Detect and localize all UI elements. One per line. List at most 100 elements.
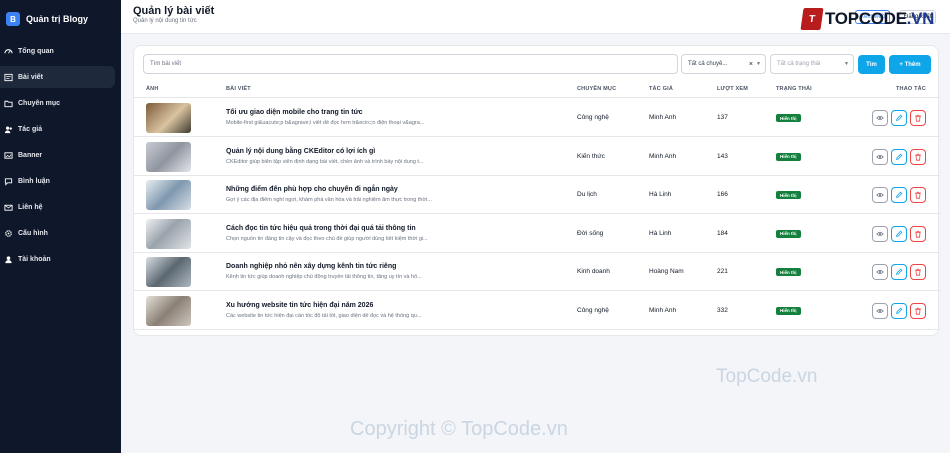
sidebar-item-categories[interactable]: Chuyên mục [0, 92, 115, 114]
sidebar-item-comments[interactable]: Bình luận [0, 170, 115, 192]
eye-icon [876, 225, 884, 243]
comment-icon [4, 177, 13, 186]
dashboard-icon [4, 47, 13, 56]
sidebar-item-label: Liên hệ [18, 203, 43, 211]
column-header-author: TÁC GIẢ [649, 86, 674, 92]
users-icon [4, 125, 13, 134]
sidebar-item-posts[interactable]: Bài viết [0, 66, 115, 88]
eye-icon [876, 263, 884, 281]
folder-icon [4, 99, 13, 108]
table-header: ẢNH BÀI VIẾT CHUYÊN MỤC TÁC GIẢ LƯỢT XEM… [134, 83, 940, 98]
clear-icon[interactable]: × [749, 61, 753, 68]
topcode-logo: T TOPCODE.VN [800, 8, 934, 30]
sidebar-item-settings[interactable]: Cấu hình [0, 222, 115, 244]
pencil-icon [895, 302, 903, 320]
delete-button[interactable] [910, 148, 926, 166]
post-views: 143 [717, 152, 728, 160]
column-header-image: ẢNH [146, 86, 159, 92]
status-badge: Hiển thị [776, 268, 801, 276]
table-row: Quản lý nội dung bằng CKEditor có lợi íc… [134, 138, 940, 176]
table-row: Tối ưu giao diện mobile cho trang tin tứ… [134, 99, 940, 137]
post-category: Kiến thức [577, 152, 605, 160]
post-views: 332 [717, 306, 728, 314]
delete-button[interactable] [910, 264, 926, 280]
column-header-views: LƯỢT XEM [717, 86, 749, 92]
status-select[interactable]: Tất cả trạng thái ▼ [770, 54, 854, 74]
column-header-category: CHUYÊN MỤC [577, 86, 617, 92]
post-author: Hà Linh [649, 191, 672, 198]
chevron-down-icon: ▼ [756, 61, 761, 67]
category-select[interactable]: Tất cả chuyê... × ▼ [681, 54, 766, 74]
post-author: Hoàng Nam [649, 268, 684, 275]
trash-icon [914, 148, 922, 166]
delete-button[interactable] [910, 302, 926, 320]
sidebar-item-authors[interactable]: Tác giả [0, 118, 115, 140]
table-row: Những điểm đến phù hợp cho chuyến đi ngắ… [134, 176, 940, 214]
table-row: Cách đọc tin tức hiệu quả trong thời đại… [134, 215, 940, 253]
post-views: 184 [717, 229, 728, 237]
post-views: 221 [717, 268, 728, 275]
post-title[interactable]: Những điểm đến phù hợp cho chuyến đi ngắ… [226, 186, 398, 193]
sidebar-item-label: Tài khoản [18, 255, 51, 263]
post-title[interactable]: Doanh nghiệp nhỏ nên xây dựng kênh tin t… [226, 263, 396, 270]
add-post-button[interactable]: + Thêm [889, 55, 931, 74]
view-button[interactable] [872, 264, 888, 280]
sidebar-item-label: Bình luận [18, 177, 50, 185]
post-author: Minh Anh [649, 306, 677, 314]
account-icon [4, 255, 13, 264]
search-button[interactable]: Tìm [858, 55, 885, 74]
post-author: Minh Anh [649, 152, 677, 160]
edit-button[interactable] [891, 110, 907, 126]
post-views: 166 [717, 191, 728, 198]
post-title[interactable]: Quản lý nội dung bằng CKEditor có lợi íc… [226, 148, 375, 155]
pencil-icon [895, 225, 903, 243]
post-title[interactable]: Tối ưu giao diện mobile cho trang tin tứ… [226, 109, 363, 116]
sidebar-item-banner[interactable]: Banner [0, 144, 115, 166]
status-badge: Hiển thị [776, 306, 801, 315]
gear-icon [4, 229, 13, 238]
eye-icon [876, 186, 884, 204]
column-header-post: BÀI VIẾT [226, 86, 251, 92]
view-button[interactable] [872, 225, 888, 243]
edit-button[interactable] [891, 302, 907, 320]
pencil-icon [895, 109, 903, 127]
delete-button[interactable] [910, 110, 926, 126]
post-thumbnail [146, 218, 191, 249]
page-title: Quản lý bài viết [133, 5, 215, 17]
view-button[interactable] [872, 302, 888, 319]
edit-button[interactable] [891, 225, 907, 243]
status-badge: Hiển thị [776, 229, 801, 238]
delete-button[interactable] [910, 225, 926, 242]
view-button[interactable] [872, 110, 888, 126]
sidebar-item-overview[interactable]: Tổng quan [0, 40, 115, 62]
view-button[interactable] [872, 148, 888, 166]
search-input[interactable]: Tìm bài viết [143, 54, 678, 74]
trash-icon [914, 302, 922, 320]
column-header-actions: THAO TÁC [896, 86, 927, 92]
column-header-status: TRẠNG THÁI [776, 86, 812, 92]
sidebar-item-contact[interactable]: Liên hệ [0, 196, 115, 218]
chevron-down-icon: ▼ [844, 61, 849, 67]
post-excerpt: Gợi ý các địa điểm nghỉ ngơi, khám phá v… [226, 197, 432, 203]
mail-icon [4, 203, 13, 212]
brand[interactable]: B Quản trị Blogy [0, 0, 121, 38]
view-button[interactable] [872, 187, 888, 203]
topcode-logo-text: TOPCODE [825, 9, 907, 28]
post-thumbnail [146, 257, 191, 287]
post-excerpt: CKEditor giúp biên tập viên định dạng bà… [226, 158, 424, 165]
trash-icon [914, 109, 922, 127]
sidebar-item-account[interactable]: Tài khoản [0, 248, 115, 270]
pencil-icon [895, 263, 903, 281]
eye-icon [876, 148, 884, 166]
watermark-text: TopCode.vn [716, 366, 818, 387]
edit-button[interactable] [891, 148, 907, 165]
post-excerpt: Mobile-first gi&uacute;p b&agrave;i viết… [226, 120, 425, 126]
edit-button[interactable] [891, 187, 907, 203]
status-badge: Hiển thị [776, 191, 801, 199]
delete-button[interactable] [910, 187, 926, 203]
post-title[interactable]: Xu hướng website tin tức hiện đại năm 20… [226, 302, 373, 309]
edit-button[interactable] [891, 264, 907, 280]
post-excerpt: Các website tin tức hiện đại cần tốc độ … [226, 312, 422, 319]
page-subtitle: Quản lý nội dung tin tức [133, 18, 197, 24]
post-title[interactable]: Cách đọc tin tức hiệu quả trong thời đại… [226, 225, 416, 232]
